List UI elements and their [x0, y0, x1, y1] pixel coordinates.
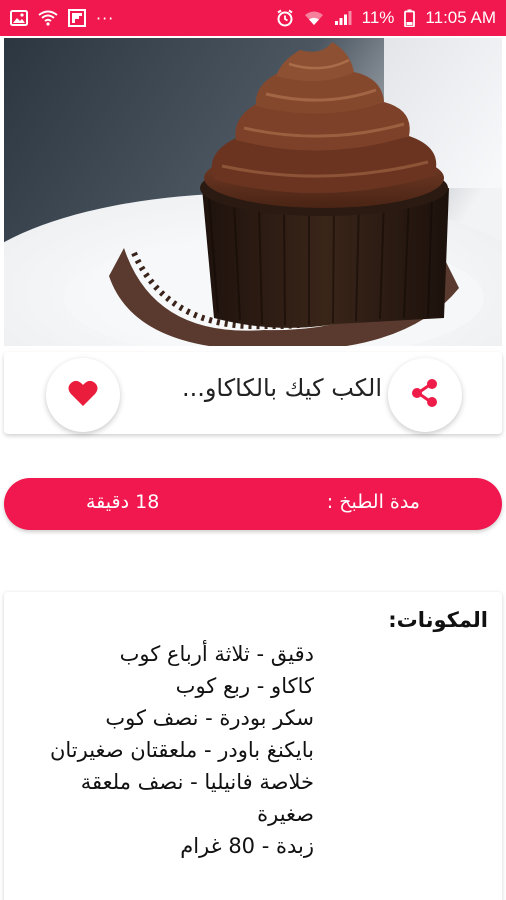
- favorite-button[interactable]: [46, 358, 120, 432]
- share-icon: [411, 378, 439, 412]
- ingredients-card: المكونات: دقيق - ثلاثة أرباع كوب كاكاو -…: [4, 592, 502, 900]
- share-button[interactable]: [388, 358, 462, 432]
- status-bar-right: 11% 11:05 AM: [276, 8, 496, 28]
- ingredient-item: خلاصة فانيليا - نصف ملعقة صغيرة: [80, 770, 314, 826]
- ingredient-item: دقيق - ثلاثة أرباع كوب: [119, 642, 314, 666]
- more-notifications-indicator: ···: [96, 8, 115, 28]
- ingredient-item: سكر بودرة - نصف كوب: [105, 706, 314, 730]
- flipboard-icon: [68, 9, 86, 27]
- ingredient-item: زبدة - 80 غرام: [180, 834, 314, 858]
- status-bar: ··· 11% 11:05 AM: [0, 0, 506, 36]
- recipe-title: الكب كيك بالكاكاو...: [181, 374, 382, 402]
- wifi-calling-icon: [38, 10, 58, 26]
- ingredient-item: كاكاو - ربع كوب: [175, 674, 314, 698]
- recipe-title-card: الكب كيك بالكاكاو...: [4, 352, 502, 434]
- clock: 11:05 AM: [425, 8, 496, 27]
- battery-icon: [404, 9, 416, 27]
- image-icon: [10, 10, 28, 26]
- wifi-icon: [304, 10, 324, 26]
- alarm-icon: [276, 9, 294, 27]
- ingredients-list: دقيق - ثلاثة أرباع كوب كاكاو - ربع كوب س…: [24, 638, 314, 862]
- ingredients-heading: المكونات:: [388, 608, 488, 632]
- heart-icon: [68, 379, 98, 411]
- signal-icon: [334, 10, 352, 26]
- cooking-time-bar: مدة الطبخ : 18 دقيقة: [4, 478, 502, 530]
- recipe-hero-image: [4, 38, 502, 346]
- status-bar-left: ···: [10, 9, 114, 28]
- ingredient-item: بايكنغ باودر - ملعقتان صغيرتان: [49, 738, 314, 762]
- battery-percentage: 11%: [361, 8, 395, 27]
- cooking-time-value: 18 دقيقة: [86, 491, 160, 513]
- cooking-time-label: مدة الطبخ :: [326, 491, 420, 513]
